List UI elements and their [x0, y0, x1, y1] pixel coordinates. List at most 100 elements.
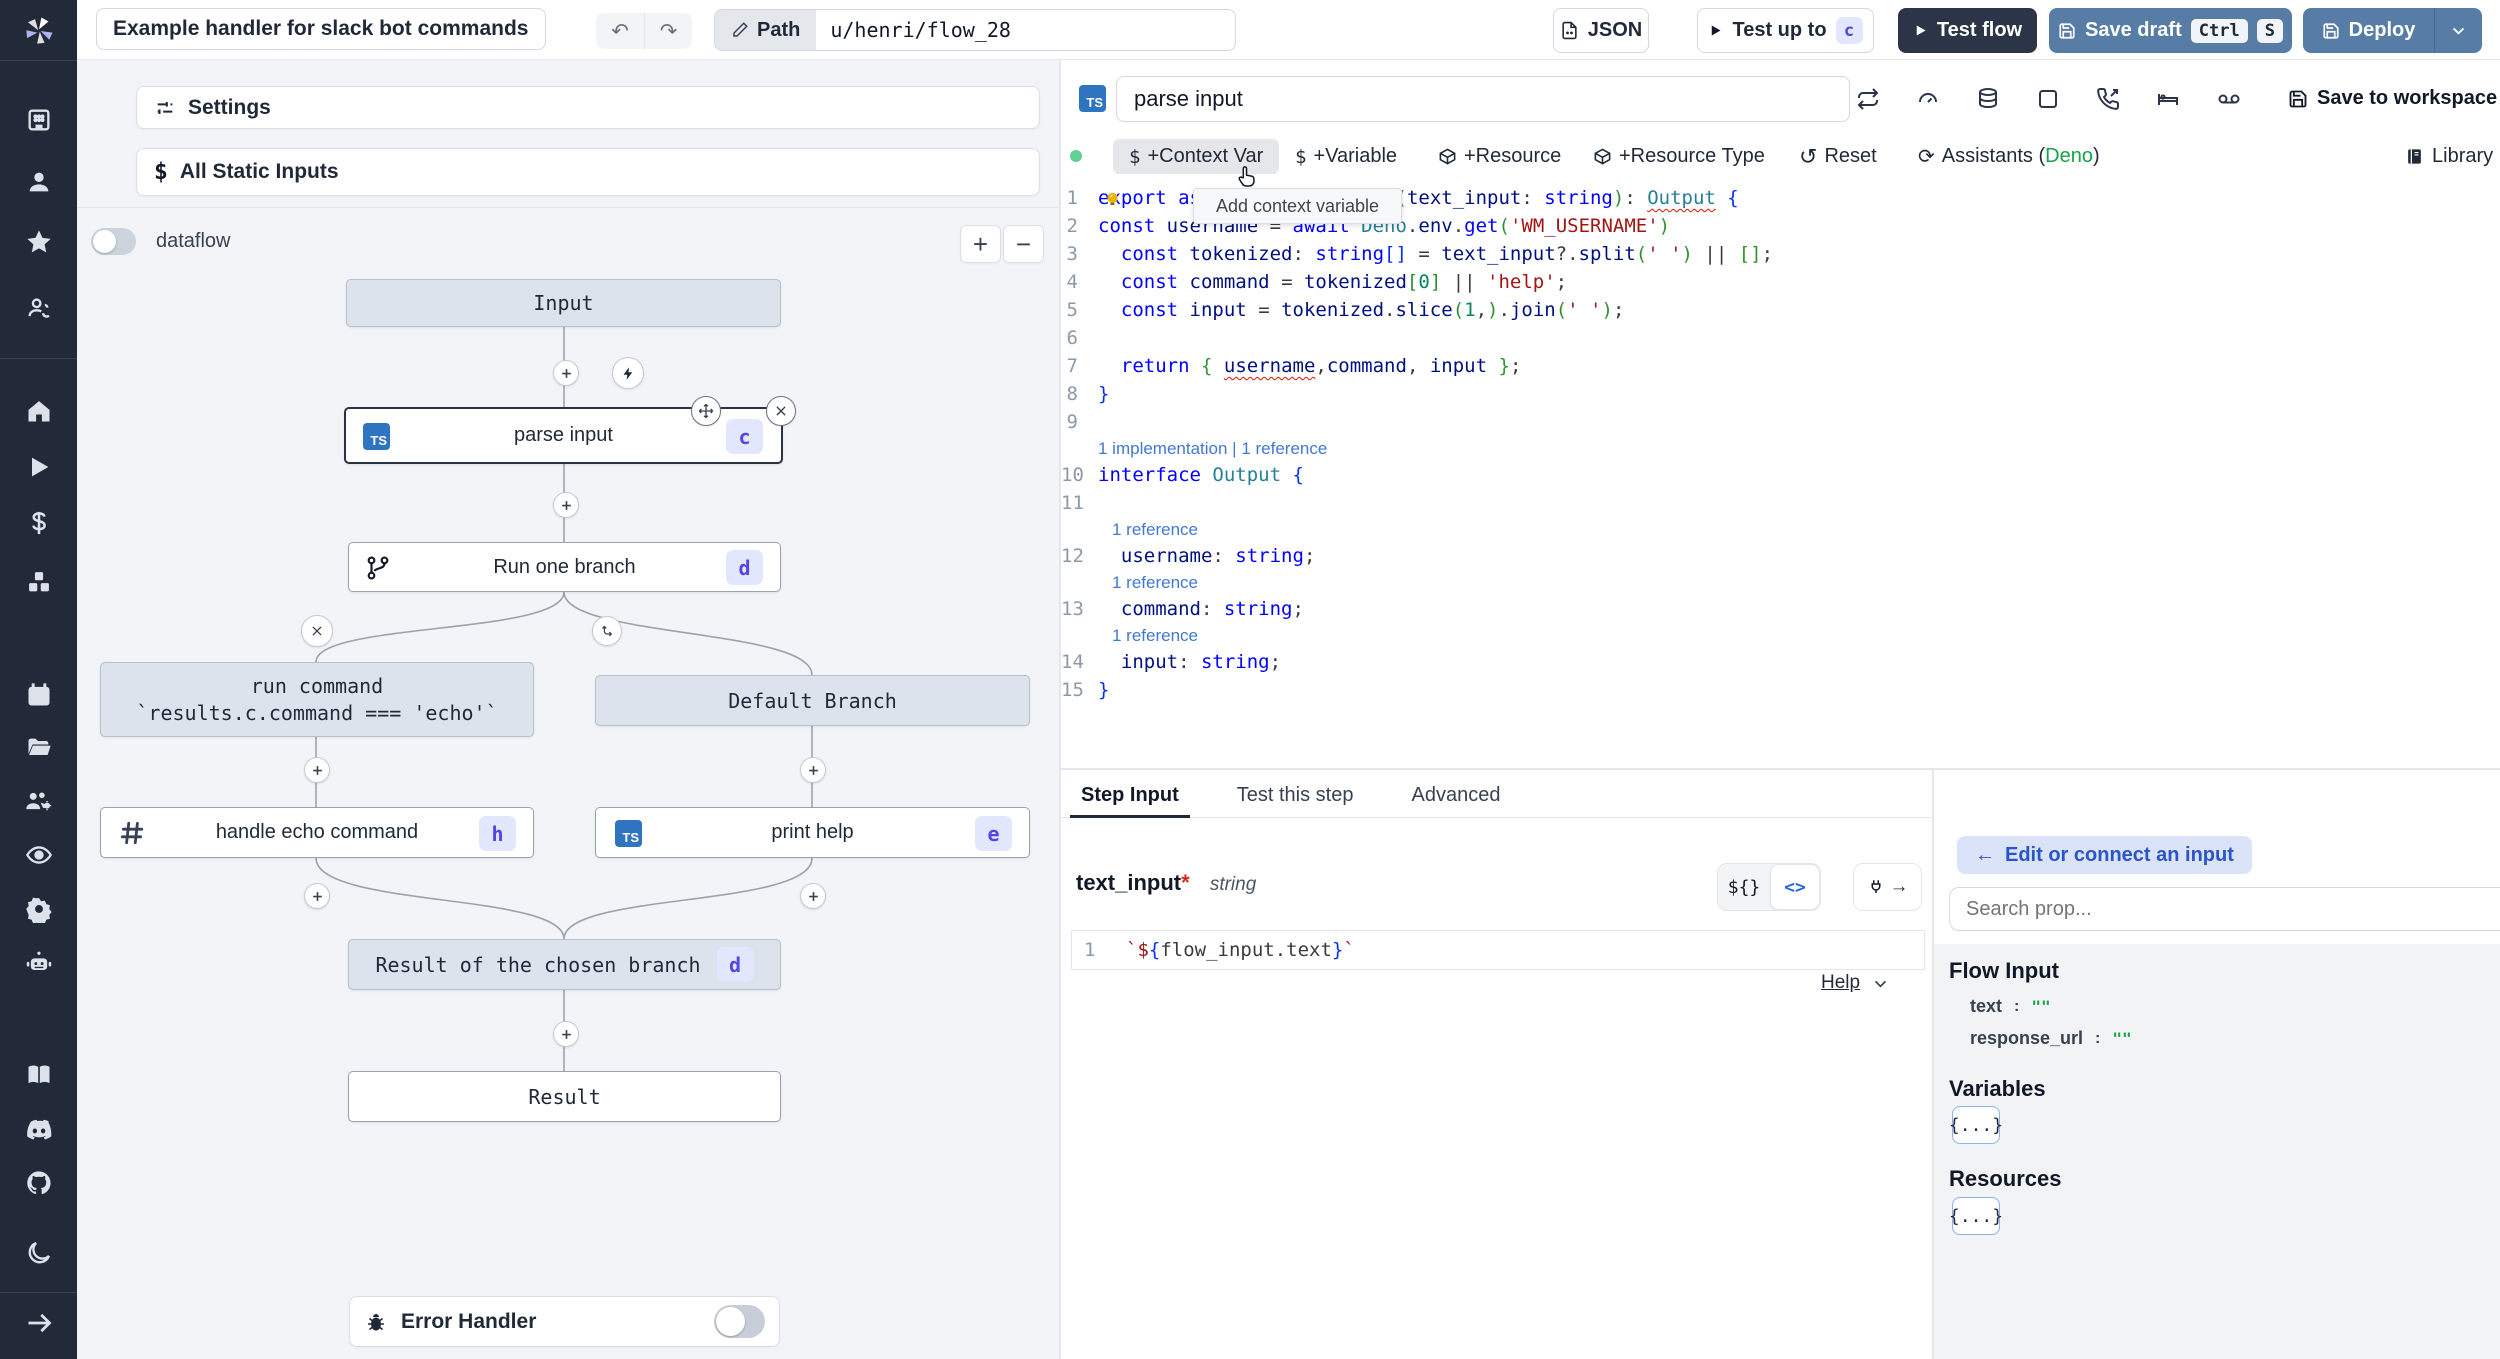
repeat-icon[interactable] [1856, 87, 1880, 111]
add-step-button[interactable] [553, 1021, 579, 1047]
arrow-left-icon: ← [1975, 843, 1995, 866]
github-icon[interactable] [0, 1169, 77, 1197]
folders-icon[interactable] [0, 734, 77, 762]
add-step-button[interactable] [800, 757, 826, 783]
undo-button[interactable]: ↶ [596, 19, 644, 44]
variables-dollar-icon[interactable] [0, 509, 77, 537]
step-name-input[interactable]: parse input [1116, 76, 1850, 122]
top-bar: Example handler for slack bot commands ↶… [77, 0, 2500, 60]
prop-row-response-url[interactable]: response_url : "" [1970, 1028, 2132, 1049]
play-icon [1916, 25, 1926, 36]
trigger-bolt-button[interactable] [612, 357, 644, 389]
node-label: print help [771, 821, 854, 843]
lightbulb-icon[interactable] [1103, 190, 1122, 209]
save-draft-button[interactable]: Save draft Ctrl S [2049, 8, 2292, 53]
json-mode-button[interactable]: ${} [1718, 864, 1770, 910]
discord-icon[interactable] [0, 1115, 77, 1143]
ai-robot-icon[interactable] [0, 949, 77, 977]
audit-eye-icon[interactable] [0, 841, 77, 869]
dark-mode-moon-icon[interactable] [0, 1239, 77, 1267]
add-branch-button[interactable] [592, 616, 622, 646]
assistants-button[interactable]: ⟳ Assistants (Deno) [1918, 139, 2100, 174]
history-buttons: ↶ ↷ [596, 13, 692, 49]
test-up-to-button[interactable]: Test up to c [1697, 8, 1874, 53]
error-handler-row[interactable]: Error Handler [349, 1296, 780, 1347]
flow-node-result[interactable]: Result [348, 1071, 781, 1122]
flow-node-handle-echo[interactable]: handle echo command h [100, 807, 534, 858]
home-icon[interactable] [0, 397, 77, 425]
tooltip-text: Add context variable [1215, 195, 1380, 216]
tab-step-input[interactable]: Step Input [1081, 784, 1179, 807]
flow-node-run-one-branch[interactable]: Run one branch d [348, 542, 781, 592]
step-id-badge: h [479, 816, 516, 851]
flow-node-print-help[interactable]: TS print help e [595, 807, 1030, 858]
flow-node-branch-result[interactable]: Result of the chosen branch d [348, 939, 781, 990]
workspace-icon[interactable] [0, 106, 77, 134]
flow-title-input[interactable]: Example handler for slack bot commands [96, 8, 546, 50]
field-row: text_input* string [1076, 870, 1256, 896]
expression-editor[interactable]: 1 `${flow_input.text}` [1071, 930, 1925, 970]
settings-gear-icon[interactable] [0, 895, 77, 923]
split-icon [601, 625, 612, 636]
deploy-dropdown-button[interactable] [2435, 22, 2482, 39]
tab-advanced[interactable]: Advanced [1411, 784, 1500, 807]
flow-node-default-branch[interactable]: Default Branch [595, 675, 1030, 726]
flow-node-branch-predicate[interactable]: run command `results.c.command === 'echo… [100, 662, 534, 737]
add-variable-button[interactable]: $ +Variable [1295, 139, 1397, 174]
resources-object-chip[interactable]: {...} [1949, 1197, 2003, 1235]
windmill-logo-icon[interactable] [0, 12, 77, 50]
resources-cubes-icon[interactable] [0, 568, 77, 596]
package-icon [1594, 148, 1611, 165]
remove-branch-button[interactable] [301, 615, 333, 647]
favorites-star-icon[interactable] [0, 228, 77, 256]
database-icon[interactable] [1976, 87, 2000, 111]
prop-picker-panel: ← Edit or connect an input Flow Input te… [1934, 770, 2500, 1359]
save-to-workspace-button[interactable]: Save to workspace [2288, 87, 2497, 110]
json-button[interactable]: JSON [1553, 8, 1649, 53]
help-link[interactable]: Help [1821, 972, 1889, 994]
runs-play-icon[interactable] [0, 453, 77, 481]
redo-button[interactable]: ↷ [645, 19, 692, 44]
schedules-calendar-icon[interactable] [0, 681, 77, 709]
deploy-button[interactable]: Deploy [2303, 19, 2434, 42]
add-step-button[interactable] [800, 883, 826, 909]
path-field[interactable]: Path u/henri/flow_28 [714, 9, 1236, 51]
test-flow-button[interactable]: Test flow [1898, 8, 2037, 53]
tab-test-this-step[interactable]: Test this step [1237, 784, 1354, 807]
switch-user-icon[interactable] [0, 294, 77, 322]
add-resource-button[interactable]: +Resource [1438, 139, 1561, 174]
gauge-icon[interactable] [1916, 87, 1940, 111]
prop-separator: : [2095, 1029, 2101, 1047]
step-id-badge: d [716, 947, 754, 982]
add-step-button[interactable] [553, 492, 579, 518]
add-resource-type-button[interactable]: +Resource Type [1593, 139, 1765, 174]
delete-step-button[interactable] [766, 396, 796, 426]
flow-input-title: Flow Input [1949, 958, 2059, 983]
code-editor[interactable]: 1export async function main(text_input: … [1061, 184, 2491, 704]
groups-icon[interactable] [0, 787, 77, 815]
voicemail-icon[interactable] [2216, 87, 2242, 111]
code-lines: 1export async function main(text_input: … [1061, 187, 1774, 701]
search-prop-input[interactable] [1949, 887, 2500, 931]
error-handler-toggle[interactable] [714, 1305, 765, 1338]
user-icon[interactable] [0, 168, 77, 196]
code-mode-button[interactable]: <> [1770, 864, 1820, 910]
edit-or-connect-button[interactable]: ← Edit or connect an input [1957, 836, 2252, 874]
add-step-button[interactable] [304, 883, 330, 909]
library-button[interactable]: Library [2405, 139, 2493, 174]
docs-book-icon[interactable] [0, 1061, 77, 1089]
add-step-button[interactable] [304, 757, 330, 783]
prop-row-text[interactable]: text : "" [1970, 996, 2051, 1017]
step-name: parse input [1134, 86, 1243, 111]
add-step-button[interactable] [553, 360, 579, 386]
variables-object-chip[interactable]: {...} [1949, 1106, 2003, 1144]
reset-button[interactable]: ↺ Reset [1799, 139, 1877, 174]
expand-arrow-icon[interactable] [0, 1309, 77, 1337]
connect-input-button[interactable]: → [1853, 863, 1922, 911]
field-name: text_input [1076, 870, 1182, 895]
bed-icon[interactable] [2156, 87, 2180, 111]
move-step-button[interactable] [691, 396, 721, 426]
square-icon[interactable] [2036, 87, 2060, 111]
flow-node-input[interactable]: Input [346, 279, 781, 327]
phone-incoming-icon[interactable] [2096, 87, 2120, 111]
